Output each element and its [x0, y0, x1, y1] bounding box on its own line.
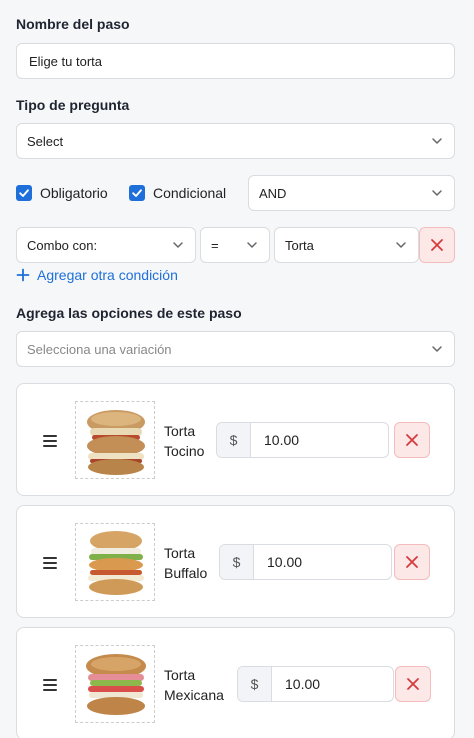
condition-operator-select[interactable]: =	[200, 227, 270, 263]
price-input[interactable]: $ 10.00	[237, 666, 394, 702]
price-input[interactable]: $ 10.00	[216, 422, 389, 458]
close-icon	[406, 677, 420, 691]
question-type-label: Tipo de pregunta	[16, 97, 130, 113]
price-value: 10.00	[264, 432, 300, 448]
currency-prefix: $	[220, 545, 254, 579]
logic-operator-value: AND	[259, 185, 287, 201]
chevron-down-icon	[420, 187, 454, 199]
question-type-select[interactable]: Select	[16, 123, 455, 159]
drag-handle-icon[interactable]	[43, 557, 57, 569]
option-name: Torta Mexicana	[164, 667, 224, 703]
product-image-buffalo	[75, 523, 155, 601]
chevron-down-icon	[420, 135, 454, 147]
price-value: 10.00	[285, 676, 321, 692]
options-section-label: Agrega las opciones de este paso	[16, 305, 242, 321]
close-icon	[405, 433, 419, 447]
condition-field-value: Combo con:	[27, 237, 98, 253]
check-icon	[131, 187, 143, 199]
condition-value-value: Torta	[285, 237, 314, 253]
drag-handle-icon[interactable]	[43, 679, 57, 691]
product-image-tocino	[75, 401, 155, 479]
option-card: Torta Mexicana $ 10.00	[16, 627, 455, 738]
conditional-checkbox[interactable]	[129, 185, 145, 201]
chevron-down-icon	[384, 239, 418, 251]
logic-operator-select[interactable]: AND	[248, 175, 455, 211]
product-image-mexicana	[75, 645, 155, 723]
condition-value-select[interactable]: Torta	[274, 227, 419, 263]
drag-handle-icon[interactable]	[43, 435, 57, 447]
required-label: Obligatorio	[40, 185, 108, 201]
conditional-label: Condicional	[153, 185, 227, 201]
chevron-down-icon	[420, 343, 454, 355]
remove-option-button[interactable]	[394, 544, 430, 580]
remove-option-button[interactable]	[395, 666, 431, 702]
close-icon	[405, 555, 419, 569]
remove-option-button[interactable]	[394, 422, 430, 458]
option-name: Torta Tocino	[164, 423, 205, 459]
step-name-value: Elige tu torta	[29, 53, 102, 69]
variation-placeholder: Selecciona una variación	[27, 341, 172, 357]
currency-prefix: $	[217, 423, 251, 457]
chevron-down-icon	[161, 239, 195, 251]
price-value: 10.00	[267, 554, 303, 570]
remove-condition-button[interactable]	[419, 227, 455, 263]
price-input[interactable]: $ 10.00	[219, 544, 392, 580]
currency-prefix: $	[238, 667, 272, 701]
close-icon	[430, 238, 444, 252]
check-icon	[18, 187, 30, 199]
option-card: Torta Tocino $ 10.00	[16, 383, 455, 496]
question-type-value: Select	[27, 133, 64, 149]
step-name-input[interactable]: Elige tu torta	[16, 43, 455, 79]
option-card: Torta Buffalo $ 10.00	[16, 505, 455, 618]
required-checkbox[interactable]	[16, 185, 32, 201]
plus-icon	[16, 268, 30, 282]
condition-operator-value: =	[211, 237, 219, 253]
option-name: Torta Buffalo	[164, 545, 208, 581]
add-condition-link[interactable]: Agregar otra condición	[16, 267, 178, 283]
condition-field-select[interactable]: Combo con:	[16, 227, 196, 263]
chevron-down-icon	[235, 239, 269, 251]
step-name-label: Nombre del paso	[16, 16, 130, 32]
variation-select[interactable]: Selecciona una variación	[16, 331, 455, 367]
add-condition-label: Agregar otra condición	[37, 267, 178, 283]
